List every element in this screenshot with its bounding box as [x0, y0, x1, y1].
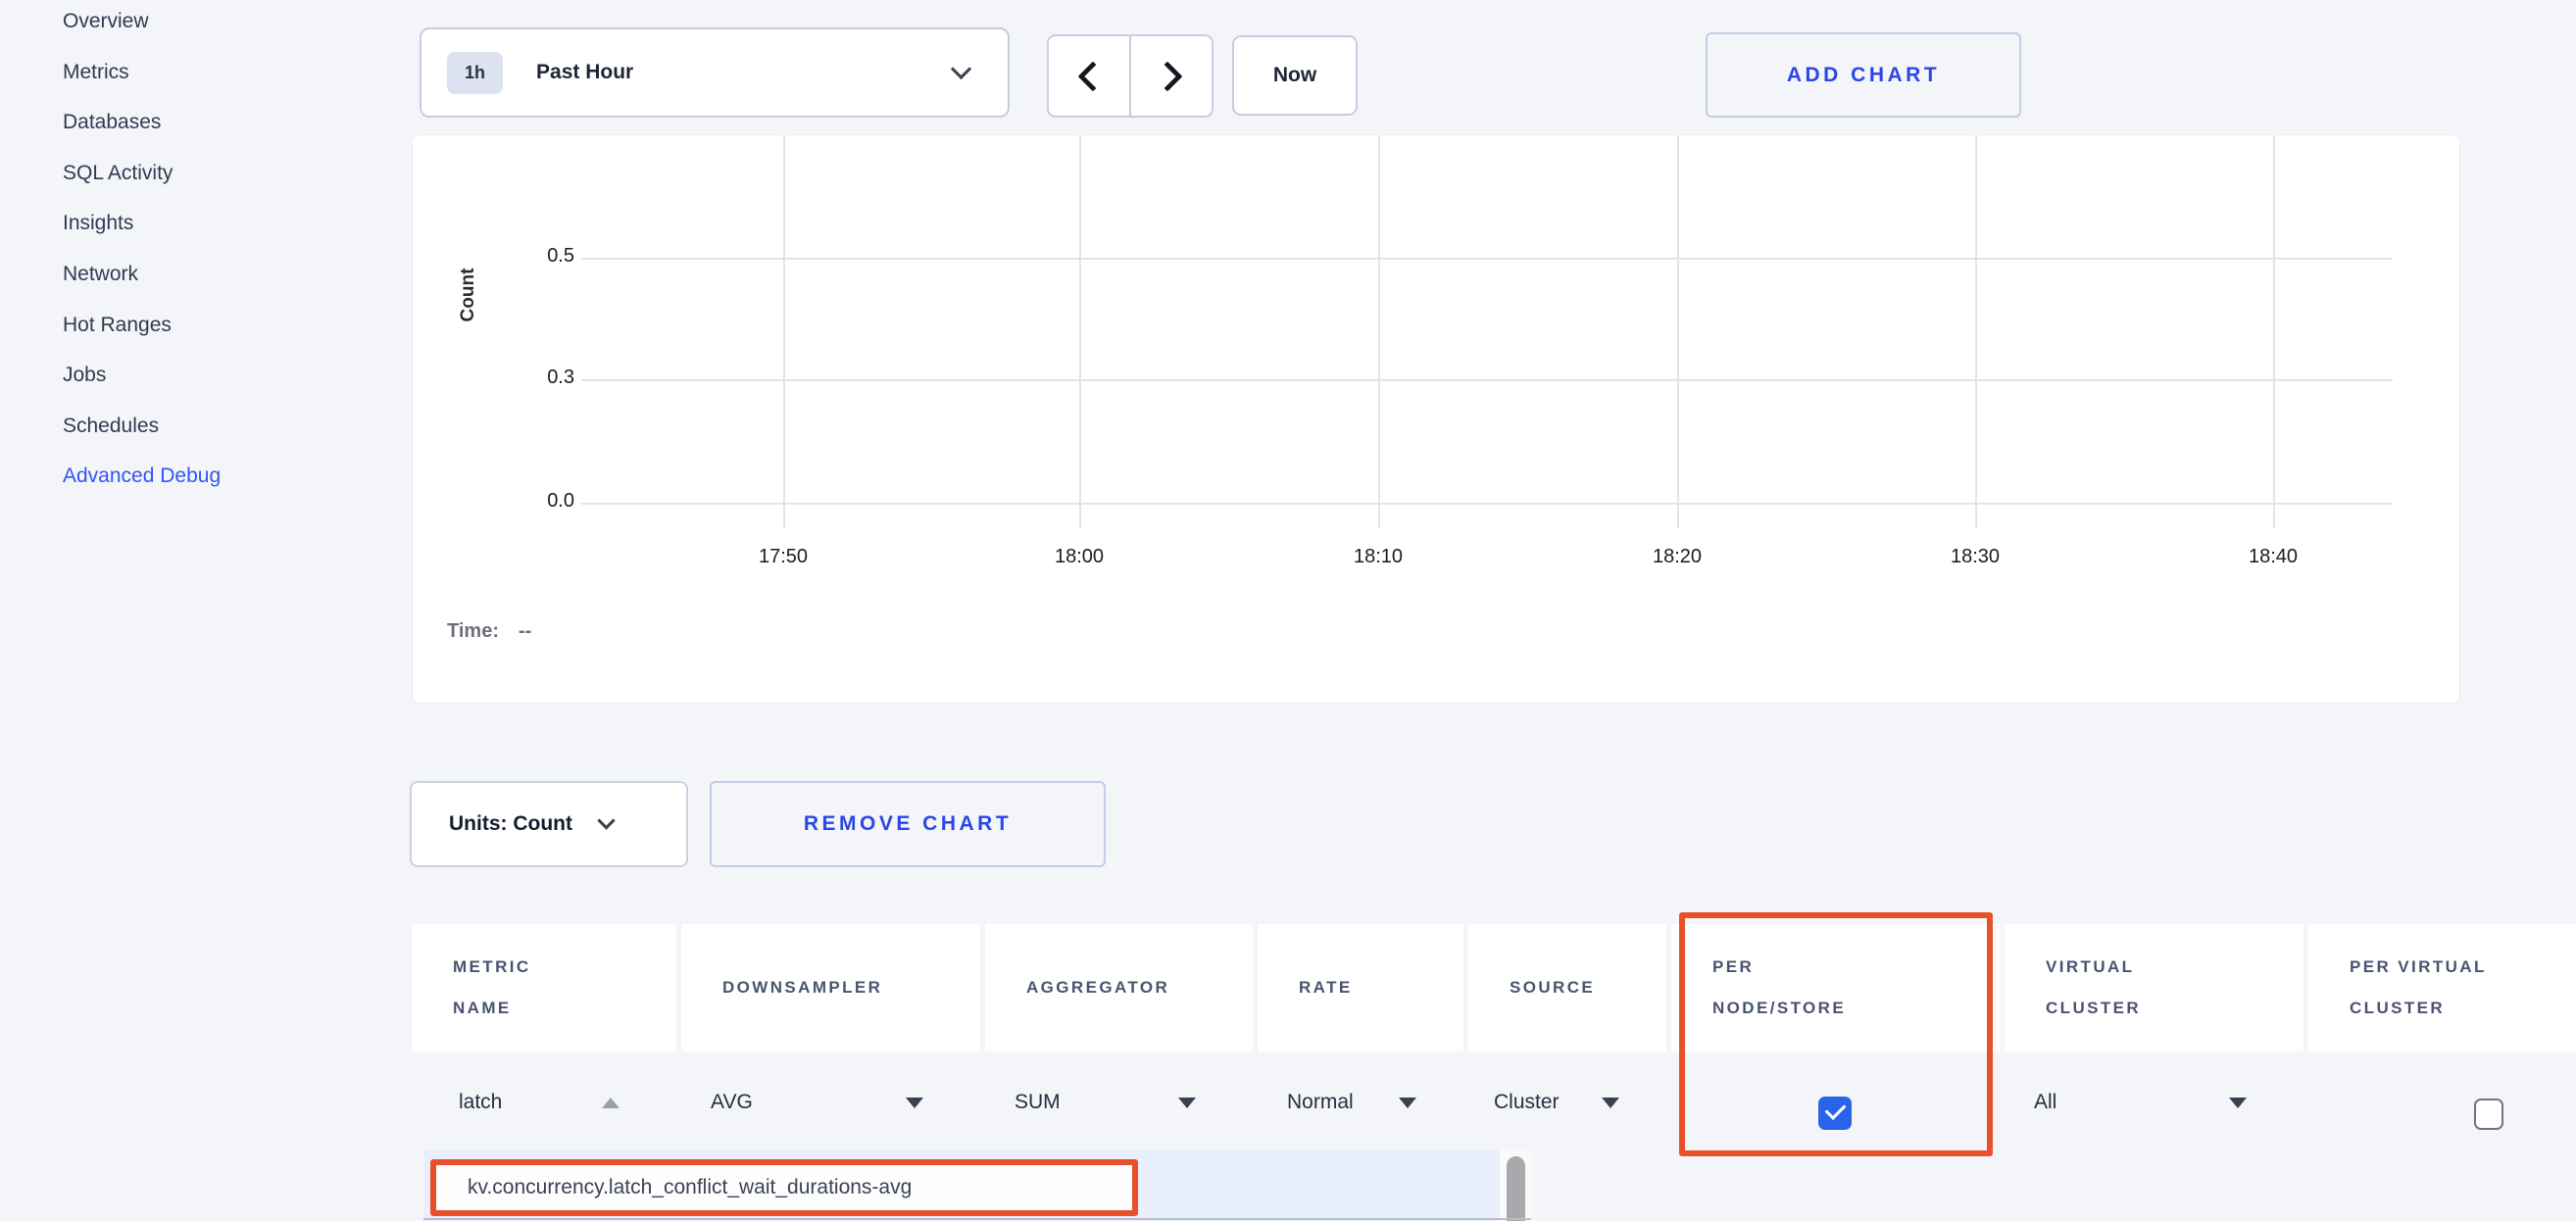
gridline [581, 379, 2393, 381]
sidebar-item-overview[interactable]: Overview [63, 0, 149, 47]
dropdown-bottom-edge [423, 1218, 1531, 1220]
source-select[interactable]: Cluster [1468, 1072, 1666, 1133]
y-axis-label: Count [458, 224, 485, 366]
y-tick: 0.0 [496, 490, 574, 513]
sidebar-item-network[interactable]: Network [63, 249, 138, 300]
annotation-box-suggestion: kv.concurrency.latch_conflict_wait_durat… [430, 1159, 1138, 1216]
now-button[interactable]: Now [1232, 35, 1358, 116]
gridline [1378, 135, 1380, 528]
gridline [581, 258, 2393, 260]
sidebar-item-databases[interactable]: Databases [63, 97, 161, 148]
sidebar-item-metrics[interactable]: Metrics [63, 47, 129, 98]
header-rate: RATE [1258, 924, 1463, 1051]
header-per-node-store: PER NODE/STORE [1671, 924, 2000, 1051]
dropdown-scrollbar-track[interactable] [1500, 1149, 1531, 1221]
x-tick: 17:50 [715, 546, 852, 568]
remove-chart-button[interactable]: REMOVE CHART [710, 781, 1106, 867]
time-prev-button[interactable] [1049, 36, 1131, 116]
y-tick: 0.3 [496, 366, 574, 389]
header-metric-name: METRIC NAME [412, 924, 676, 1051]
aggregator-value: SUM [1015, 1091, 1061, 1114]
triangle-down-icon [2229, 1098, 2247, 1108]
rate-value: Normal [1287, 1091, 1354, 1114]
sidebar-item-jobs[interactable]: Jobs [63, 350, 106, 401]
virtual-cluster-value: All [2034, 1091, 2056, 1114]
gridline [1079, 135, 1081, 528]
x-tick: 18:40 [2204, 546, 2342, 568]
sidebar-item-insights[interactable]: Insights [63, 198, 133, 249]
header-source: SOURCE [1468, 924, 1666, 1051]
triangle-down-icon [906, 1098, 923, 1108]
downsampler-value: AVG [711, 1091, 753, 1114]
chevron-down-icon [951, 58, 971, 78]
triangle-down-icon [1399, 1098, 1416, 1108]
time-range-label: Past Hour [536, 61, 954, 84]
time-value: -- [519, 620, 531, 643]
hover-time-readout: Time: -- [447, 620, 531, 643]
sidebar-item-hot-ranges[interactable]: Hot Ranges [63, 300, 172, 351]
x-tick: 18:20 [1609, 546, 1746, 568]
y-tick: 0.5 [496, 245, 574, 268]
time-range-badge: 1h [447, 52, 503, 94]
chevron-left-icon [1077, 61, 1108, 91]
header-aggregator: AGGREGATOR [985, 924, 1253, 1051]
dropdown-scrollbar-thumb[interactable] [1507, 1156, 1525, 1221]
chevron-down-icon [597, 811, 615, 829]
x-tick: 18:10 [1310, 546, 1447, 568]
metric-suggestion-item[interactable]: kv.concurrency.latch_conflict_wait_durat… [468, 1176, 912, 1199]
header-per-virtual-cluster: PER VIRTUAL CLUSTER [2308, 924, 2576, 1051]
advanced-debug-custom-chart-page: Overview Metrics Databases SQL Activity … [0, 0, 2576, 1221]
triangle-down-icon [1602, 1098, 1619, 1108]
time-stepper [1047, 34, 1214, 118]
aggregator-select[interactable]: SUM [985, 1072, 1253, 1133]
gridline [2273, 135, 2275, 528]
triangle-down-icon [1178, 1098, 1196, 1108]
metric-name-input[interactable]: latch [412, 1072, 676, 1133]
units-label: Units: Count [449, 812, 572, 836]
downsampler-select[interactable]: AVG [681, 1072, 980, 1133]
rate-select[interactable]: Normal [1258, 1072, 1463, 1133]
sidebar-item-advanced-debug[interactable]: Advanced Debug [63, 451, 221, 502]
metric-name-value: latch [459, 1091, 502, 1114]
sidebar-item-schedules[interactable]: Schedules [63, 401, 159, 452]
source-value: Cluster [1494, 1091, 1560, 1114]
gridline [1975, 135, 1977, 528]
header-virtual-cluster: VIRTUAL CLUSTER [2005, 924, 2304, 1051]
triangle-up-icon [602, 1098, 619, 1108]
header-downsampler: DOWNSAMPLER [681, 924, 980, 1051]
time-label: Time: [447, 620, 499, 643]
time-next-button[interactable] [1131, 36, 1212, 116]
chevron-right-icon [1152, 61, 1182, 91]
per-node-store-checkbox[interactable] [1818, 1097, 1852, 1130]
chart-card: Count 0.5 0.3 0.0 17:50 18:00 18:10 18:2… [412, 134, 2460, 704]
x-tick: 18:30 [1907, 546, 2044, 568]
time-range-selector[interactable]: 1h Past Hour [420, 27, 1010, 118]
x-tick: 18:00 [1011, 546, 1148, 568]
virtual-cluster-select[interactable]: All [2005, 1072, 2304, 1133]
gridline [581, 503, 2393, 505]
gridline [1677, 135, 1679, 528]
gridline [783, 135, 785, 528]
units-dropdown[interactable]: Units: Count [410, 781, 688, 867]
per-virtual-cluster-checkbox[interactable] [2474, 1099, 2503, 1130]
sidebar-item-sql-activity[interactable]: SQL Activity [63, 148, 173, 199]
add-chart-button[interactable]: ADD CHART [1706, 32, 2021, 118]
